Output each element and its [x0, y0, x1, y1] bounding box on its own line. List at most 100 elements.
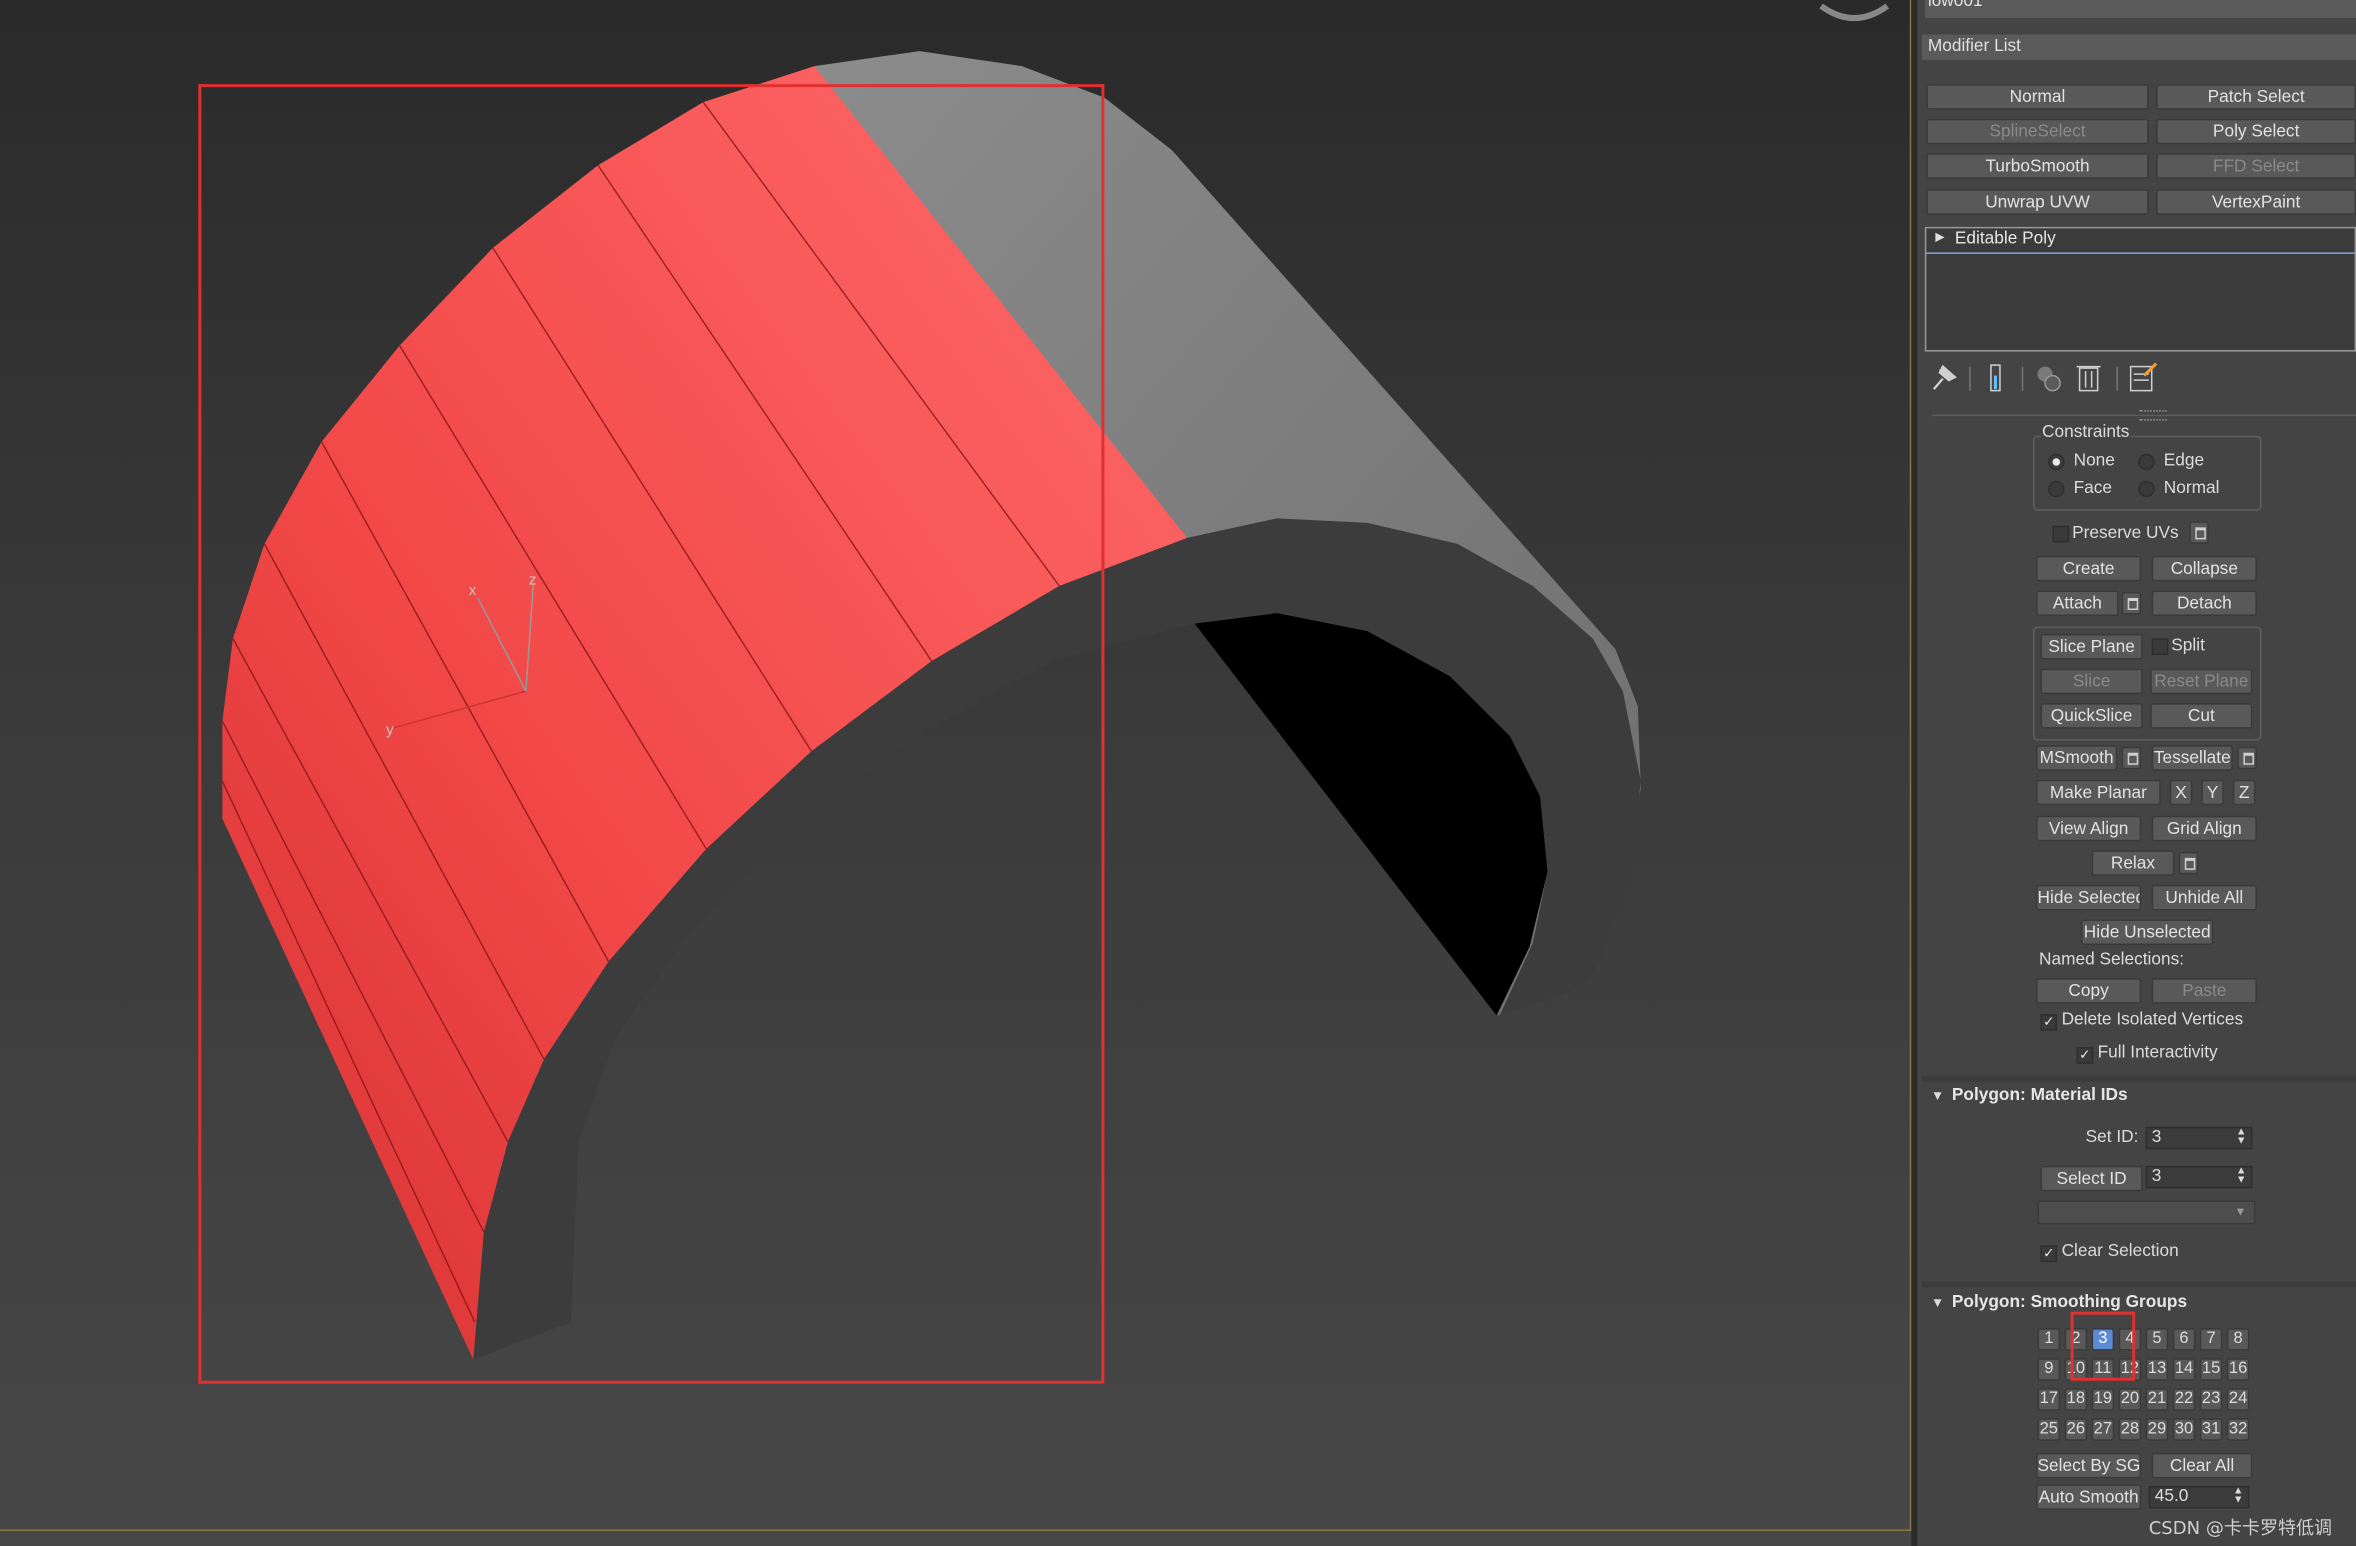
reset-plane-button[interactable]: Reset Plane [2150, 668, 2253, 695]
sg-button-26[interactable]: 26 [2064, 1418, 2088, 1441]
sg-button-18[interactable]: 18 [2064, 1388, 2088, 1411]
sg-button-14[interactable]: 14 [2172, 1358, 2196, 1381]
auto-smooth-button[interactable]: Auto Smooth [2036, 1484, 2142, 1510]
object-name-field[interactable]: low001 [1924, 0, 2356, 19]
modifier-button-spline-select[interactable]: SplineSelect [1926, 118, 2149, 145]
configure-modifier-sets-icon[interactable] [2129, 362, 2158, 392]
sg-button-31[interactable]: 31 [2199, 1418, 2223, 1441]
pin-stack-icon[interactable] [1932, 364, 1957, 390]
select-id-button[interactable]: Select ID [2040, 1165, 2143, 1192]
spinner-arrows-icon[interactable]: ▲ ▼ [2236, 1166, 2246, 1186]
select-id-spinner[interactable]: 3 ▲ ▼ [2145, 1165, 2253, 1189]
msmooth-button[interactable]: MSmooth [2036, 745, 2118, 771]
cut-button[interactable]: Cut [2150, 703, 2253, 729]
show-end-result-icon[interactable] [1990, 364, 2001, 392]
clear-selection-checkbox[interactable]: ✓ [2040, 1245, 2058, 1263]
rollout-separator-1 [1921, 1075, 2356, 1082]
sg-button-22[interactable]: 22 [2172, 1388, 2196, 1411]
sg-button-7[interactable]: 7 [2199, 1328, 2223, 1351]
expand-triangle-icon[interactable]: ▶ [1935, 230, 1944, 244]
viewport-3d[interactable]: x z y [0, 0, 1912, 1546]
copy-button[interactable]: Copy [2036, 978, 2142, 1004]
radio-normal[interactable] [2138, 480, 2155, 498]
full-interactivity-checkbox[interactable]: ✓ [2076, 1047, 2094, 1064]
sg-button-19[interactable]: 19 [2091, 1388, 2115, 1411]
spinner-arrows-icon[interactable]: ▲ ▼ [2236, 1127, 2246, 1147]
modifier-list-dropdown[interactable]: Modifier List [1921, 34, 2356, 61]
radio-edge[interactable] [2138, 453, 2155, 471]
radio-none[interactable] [2048, 453, 2065, 471]
relax-settings-button[interactable] [2178, 851, 2199, 875]
attach-button[interactable]: Attach [2036, 590, 2119, 616]
tessellate-settings-button[interactable] [2237, 746, 2257, 770]
modifier-stack[interactable]: ▶ Editable Poly [1924, 226, 2356, 352]
sg-button-17[interactable]: 17 [2037, 1388, 2061, 1411]
modifier-button-turbosmooth[interactable]: TurboSmooth [1926, 153, 2149, 179]
modifier-button-poly-select[interactable]: Poly Select [2156, 118, 2356, 145]
planar-y-button[interactable]: Y [2201, 779, 2224, 806]
hide-selected-button[interactable]: Hide Selected [2036, 884, 2142, 911]
quickslice-button[interactable]: QuickSlice [2040, 703, 2143, 729]
msmooth-settings-button[interactable] [2121, 746, 2142, 770]
make-planar-button[interactable]: Make Planar [2036, 779, 2161, 806]
split-checkbox[interactable] [2151, 638, 2169, 656]
preserve-uvs-settings-button[interactable] [2189, 521, 2209, 544]
sg-button-23[interactable]: 23 [2199, 1388, 2223, 1411]
auto-smooth-spinner[interactable]: 45.0 ▲ ▼ [2148, 1485, 2250, 1509]
make-unique-icon[interactable] [2037, 366, 2061, 392]
sg-button-16[interactable]: 16 [2226, 1358, 2250, 1381]
create-button[interactable]: Create [2036, 555, 2142, 582]
panel-drag-handle[interactable] [2139, 410, 2167, 421]
planar-x-button[interactable]: X [2169, 779, 2193, 806]
sg-button-8[interactable]: 8 [2226, 1328, 2250, 1351]
modifier-button-ffd-select[interactable]: FFD Select [2156, 153, 2356, 179]
hide-unselected-button[interactable]: Hide Unselected [2081, 919, 2214, 946]
modifier-button-patch-select[interactable]: Patch Select [2156, 84, 2356, 110]
sg-button-20[interactable]: 20 [2118, 1388, 2142, 1411]
smoothing-groups-collapse-icon[interactable]: ▼ [1931, 1295, 1944, 1310]
radio-face[interactable] [2048, 480, 2065, 498]
paste-button[interactable]: Paste [2151, 978, 2257, 1004]
sg-button-6[interactable]: 6 [2172, 1328, 2196, 1351]
material-ids-collapse-icon[interactable]: ▼ [1931, 1088, 1944, 1103]
sg-button-21[interactable]: 21 [2145, 1388, 2169, 1411]
sg-button-24[interactable]: 24 [2226, 1388, 2250, 1411]
grid-align-button[interactable]: Grid Align [2151, 815, 2257, 842]
modifier-button-unwrap-uvw[interactable]: Unwrap UVW [1926, 189, 2149, 215]
material-ids-title[interactable]: Polygon: Material IDs [1952, 1086, 2128, 1104]
slice-button[interactable]: Slice [2040, 668, 2143, 695]
collapse-button[interactable]: Collapse [2151, 555, 2257, 582]
attach-settings-button[interactable] [2121, 591, 2142, 615]
sg-button-27[interactable]: 27 [2091, 1418, 2115, 1441]
sg-button-28[interactable]: 28 [2118, 1418, 2142, 1441]
slice-plane-button[interactable]: Slice Plane [2040, 634, 2143, 660]
detach-button[interactable]: Detach [2151, 590, 2257, 616]
planar-z-button[interactable]: Z [2232, 779, 2256, 806]
view-align-button[interactable]: View Align [2036, 815, 2142, 842]
sg-button-32[interactable]: 32 [2226, 1418, 2250, 1441]
modifier-button-vertexpaint[interactable]: VertexPaint [2156, 189, 2356, 215]
remove-modifier-icon[interactable] [2076, 365, 2101, 392]
sg-button-29[interactable]: 29 [2145, 1418, 2169, 1441]
select-by-sg-button[interactable]: Select By SG [2036, 1452, 2142, 1479]
sg-button-25[interactable]: 25 [2037, 1418, 2061, 1441]
delete-isolated-checkbox[interactable]: ✓ [2040, 1014, 2058, 1031]
smoothing-groups-title[interactable]: Polygon: Smoothing Groups [1952, 1294, 2187, 1312]
spinner-arrows-icon[interactable]: ▲ ▼ [2233, 1486, 2243, 1506]
sg-button-30[interactable]: 30 [2172, 1418, 2196, 1441]
modifier-button-normal[interactable]: Normal [1926, 84, 2149, 110]
unhide-all-button[interactable]: Unhide All [2151, 884, 2257, 911]
set-id-spinner[interactable]: 3 ▲ ▼ [2145, 1126, 2253, 1150]
material-name-dropdown[interactable]: ▼ [2037, 1200, 2256, 1225]
stack-item-editable-poly[interactable]: ▶ Editable Poly [1926, 228, 2355, 254]
tessellate-button[interactable]: Tessellate [2151, 745, 2233, 771]
sg-button-9[interactable]: 9 [2037, 1358, 2061, 1381]
relax-button[interactable]: Relax [2091, 850, 2175, 876]
sg-button-5[interactable]: 5 [2145, 1328, 2169, 1351]
clear-all-button[interactable]: Clear All [2151, 1452, 2253, 1479]
preserve-uvs-checkbox[interactable] [2052, 525, 2070, 543]
sg-button-13[interactable]: 13 [2145, 1358, 2169, 1381]
sg-button-15[interactable]: 15 [2199, 1358, 2223, 1381]
sg-button-1[interactable]: 1 [2037, 1328, 2061, 1351]
rollout-separator-2 [1921, 1281, 2356, 1288]
